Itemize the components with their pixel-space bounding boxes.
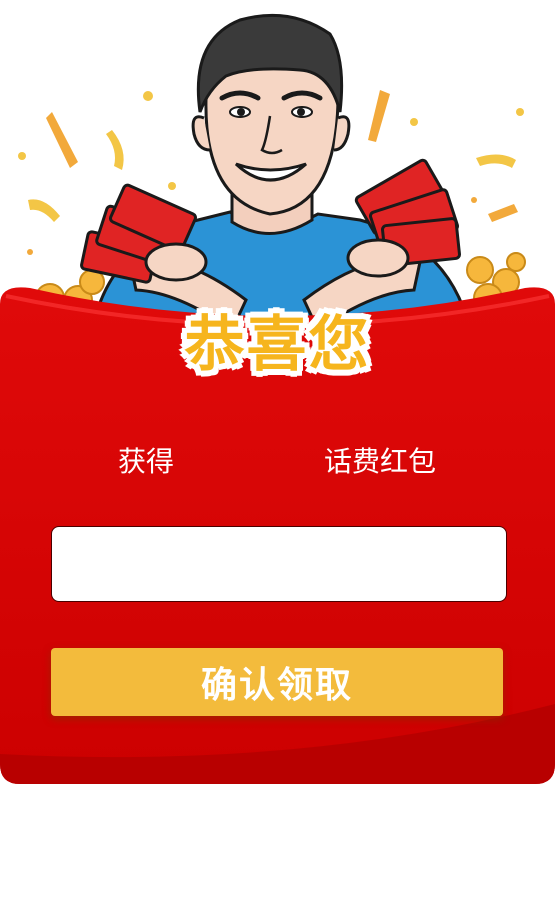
congrats-title: 恭喜您 [183, 308, 371, 382]
prize-label: 获得 [118, 445, 175, 478]
confirm-claim-button[interactable]: 确认领取 [51, 648, 503, 716]
man-head [191, 13, 351, 216]
title-banner: 恭喜您 [0, 300, 555, 390]
prize-name: 话费红包 [324, 445, 437, 478]
phone-input[interactable] [51, 526, 507, 602]
prize-info: 获得 话费红包 [0, 442, 555, 482]
